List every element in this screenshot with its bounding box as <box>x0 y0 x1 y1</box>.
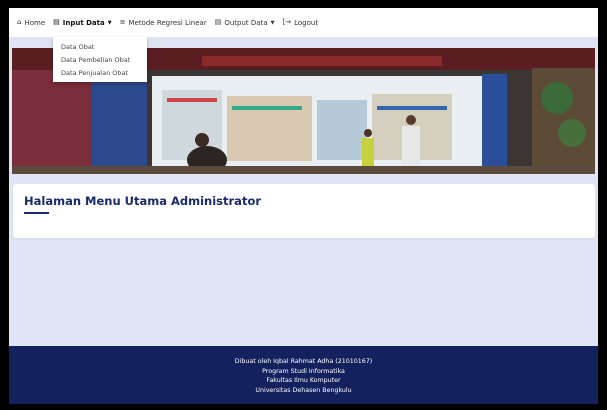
page-title: Halaman Menu Utama Administrator <box>24 194 262 208</box>
nav-metode-regresi-label: Metode Regresi Linear <box>128 18 207 27</box>
dropdown-item-data-penjualan-obat[interactable]: Data Penjualan Obat <box>53 66 147 79</box>
nav-input-data[interactable]: ▤ Input Data ▼ <box>53 19 111 27</box>
footer-line-author: Dibuat oleh Iqbal Rahmat Adha (21010167) <box>234 358 373 365</box>
caret-down-icon: ▼ <box>107 19 112 26</box>
logout-icon: [→ <box>282 18 292 26</box>
content-card: Halaman Menu Utama Administrator <box>13 184 595 238</box>
input-data-dropdown-menu: Data Obat Data Pembelian Obat Data Penju… <box>53 37 147 82</box>
nav-metode-regresi[interactable]: ≡ Metode Regresi Linear <box>120 19 207 27</box>
nav-logout-label: Logout <box>294 18 319 27</box>
nav-logout[interactable]: [→ Logout <box>282 19 318 27</box>
footer: Dibuat oleh Iqbal Rahmat Adha (21010167)… <box>9 346 598 404</box>
nav-input-data-label: Input Data <box>62 18 105 27</box>
navbar: ⌂ Home ▤ Input Data ▼ ≡ Metode Regresi L… <box>9 8 598 37</box>
chart-icon: ≡ <box>119 18 126 26</box>
footer-line-faculty: Fakultas Ilmu Komputer <box>266 377 341 384</box>
dropdown-item-data-pembelian-obat[interactable]: Data Pembelian Obat <box>53 53 147 66</box>
home-icon: ⌂ <box>17 18 22 26</box>
nav-home-label: Home <box>24 18 46 27</box>
database-icon: ▤ <box>214 18 222 26</box>
nav-output-data-label: Output Data <box>224 18 268 27</box>
database-icon: ▤ <box>53 18 60 26</box>
title-underline <box>24 212 49 214</box>
nav-home[interactable]: ⌂ Home <box>17 19 45 27</box>
browser-viewport: ⌂ Home ▤ Input Data ▼ ≡ Metode Regresi L… <box>9 8 598 404</box>
footer-line-program: Program Studi Informatika <box>262 367 345 375</box>
footer-line-university: Universitas Dehasen Bengkulu <box>255 386 352 394</box>
caret-down-icon: ▼ <box>270 19 275 26</box>
nav-output-data[interactable]: ▤ Output Data ▼ <box>215 19 275 27</box>
dropdown-item-data-obat[interactable]: Data Obat <box>53 40 147 53</box>
